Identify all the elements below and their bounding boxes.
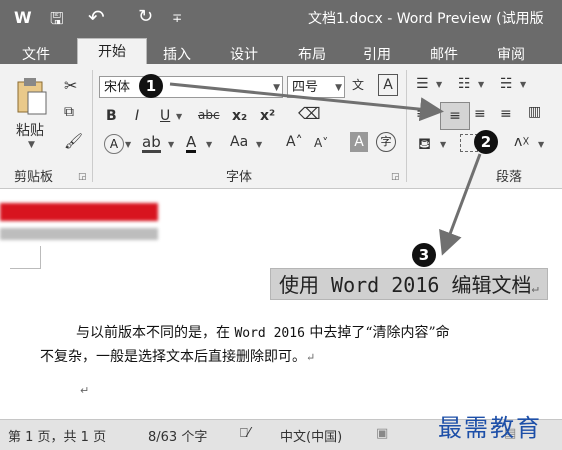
arrow-1 <box>169 82 444 122</box>
proofing-icon[interactable]: ⎕⁄ <box>240 426 250 441</box>
macro-icon[interactable]: ▣ <box>376 426 388 441</box>
annotation-arrows <box>169 82 482 256</box>
step-1-marker: 1 <box>139 74 163 98</box>
page-count-status[interactable]: 第 1 页，共 1 页 <box>8 426 106 445</box>
arrow-2 <box>439 153 482 256</box>
language-status[interactable]: 中文(中国) <box>280 426 342 445</box>
watermark: 最需教育 <box>438 414 542 442</box>
step-2-marker: 2 <box>474 130 498 154</box>
step-3-marker: 3 <box>412 243 436 267</box>
word-count-status[interactable]: 8/63 个字 <box>148 426 207 445</box>
